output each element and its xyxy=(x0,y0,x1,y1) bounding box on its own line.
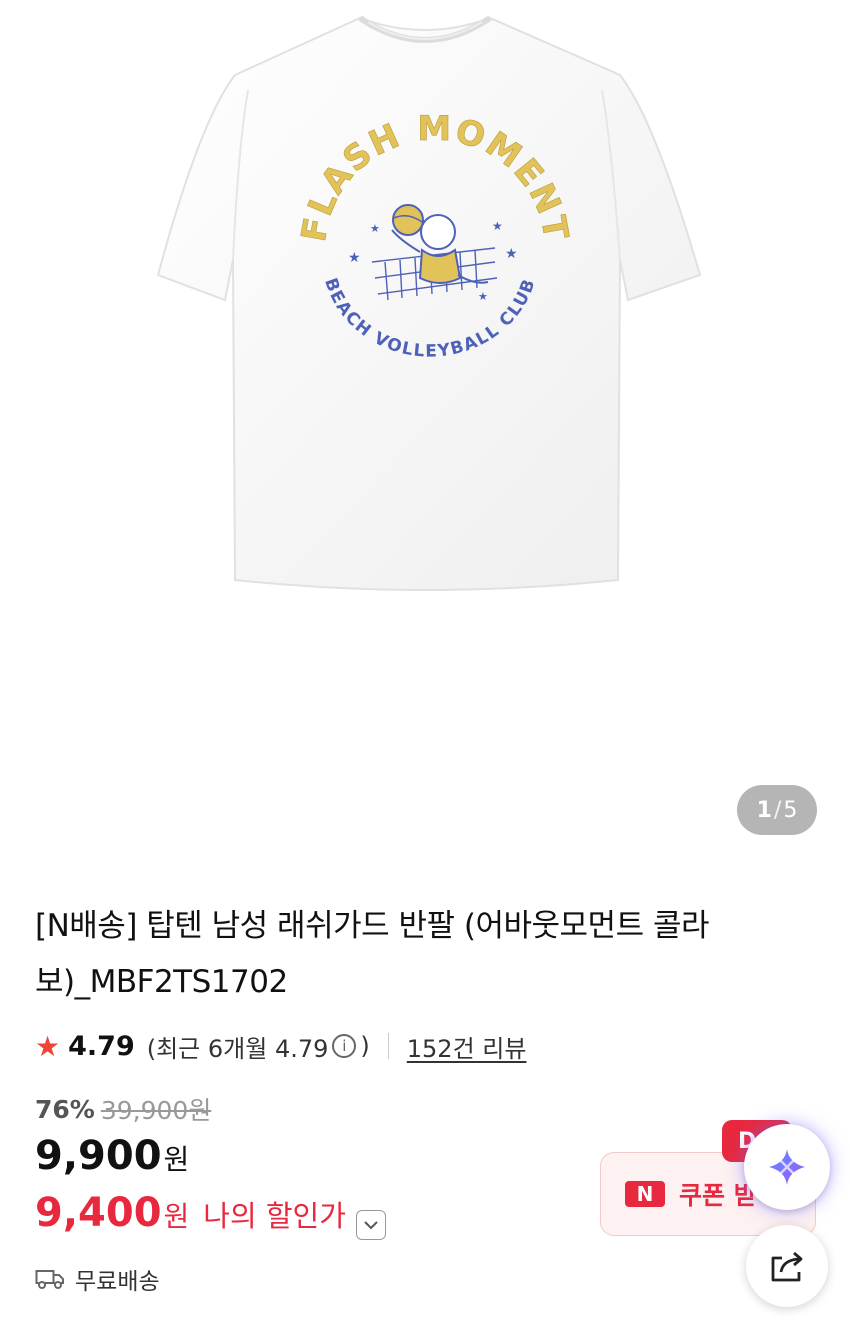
ai-assistant-button[interactable] xyxy=(744,1124,830,1210)
svg-text:★: ★ xyxy=(478,290,488,303)
sparkle-icon xyxy=(769,1149,805,1185)
svg-text:★: ★ xyxy=(348,250,361,266)
recent-rating: (최근 6개월 4.79 i ) xyxy=(147,1029,370,1064)
coupon-label: 쿠폰 받 xyxy=(679,1181,757,1210)
image-counter-separator: / xyxy=(773,797,782,823)
image-counter-total: 5 xyxy=(783,797,798,823)
info-icon[interactable]: i xyxy=(332,1034,357,1058)
svg-text:★: ★ xyxy=(370,222,380,235)
my-price-label: 나의 할인가 xyxy=(203,1199,346,1233)
recent-rating-label: (최근 6개월 4.79 xyxy=(146,1034,329,1063)
shipping-info: 무료배송 xyxy=(35,1262,160,1296)
product-title: [N배송] 탑텐 남성 래쉬가드 반팔 (어바웃모먼트 콜라보)_MBF2TS1… xyxy=(35,908,710,1000)
original-price: 39,900원 xyxy=(100,1096,212,1125)
share-button[interactable] xyxy=(746,1225,828,1307)
shipping-label: 무료배송 xyxy=(75,1269,160,1295)
sale-price: 9,900 원 xyxy=(35,1133,189,1179)
rating-row: ★ 4.79 (최근 6개월 4.79 i ) 152건 리뷰 xyxy=(35,1026,526,1066)
svg-text:★: ★ xyxy=(492,219,503,233)
tshirt-image: FLASH MOMENT BEACH VOLLEYBALL CLUB ★ ★ ★… xyxy=(156,15,702,591)
image-counter-current: 1 xyxy=(756,797,772,823)
star-icon: ★ xyxy=(35,1029,61,1063)
share-icon xyxy=(771,1251,803,1282)
discount-percent: 76% xyxy=(35,1094,95,1124)
recent-rating-close: ) xyxy=(360,1032,370,1060)
my-discount-price[interactable]: 9,400 원 나의 할인가 xyxy=(35,1190,386,1240)
divider xyxy=(387,1033,389,1059)
product-image-carousel[interactable]: FLASH MOMENT BEACH VOLLEYBALL CLUB ★ ★ ★… xyxy=(0,0,850,860)
sale-price-unit: 원 xyxy=(163,1143,190,1176)
svg-text:★: ★ xyxy=(505,246,518,262)
my-price-unit: 원 xyxy=(163,1200,190,1233)
reviews-link[interactable]: 152건 리뷰 xyxy=(407,1029,527,1064)
rating-score: 4.79 xyxy=(68,1030,135,1062)
image-counter: 1 / 5 xyxy=(737,785,817,835)
naver-n-icon: N xyxy=(625,1181,665,1207)
discount-row: 76% 39,900원 xyxy=(35,1091,211,1127)
chevron-down-icon[interactable] xyxy=(355,1210,386,1240)
my-price-amount: 9,400 xyxy=(35,1190,162,1236)
truck-icon xyxy=(35,1270,64,1289)
sale-price-amount: 9,900 xyxy=(35,1133,162,1179)
